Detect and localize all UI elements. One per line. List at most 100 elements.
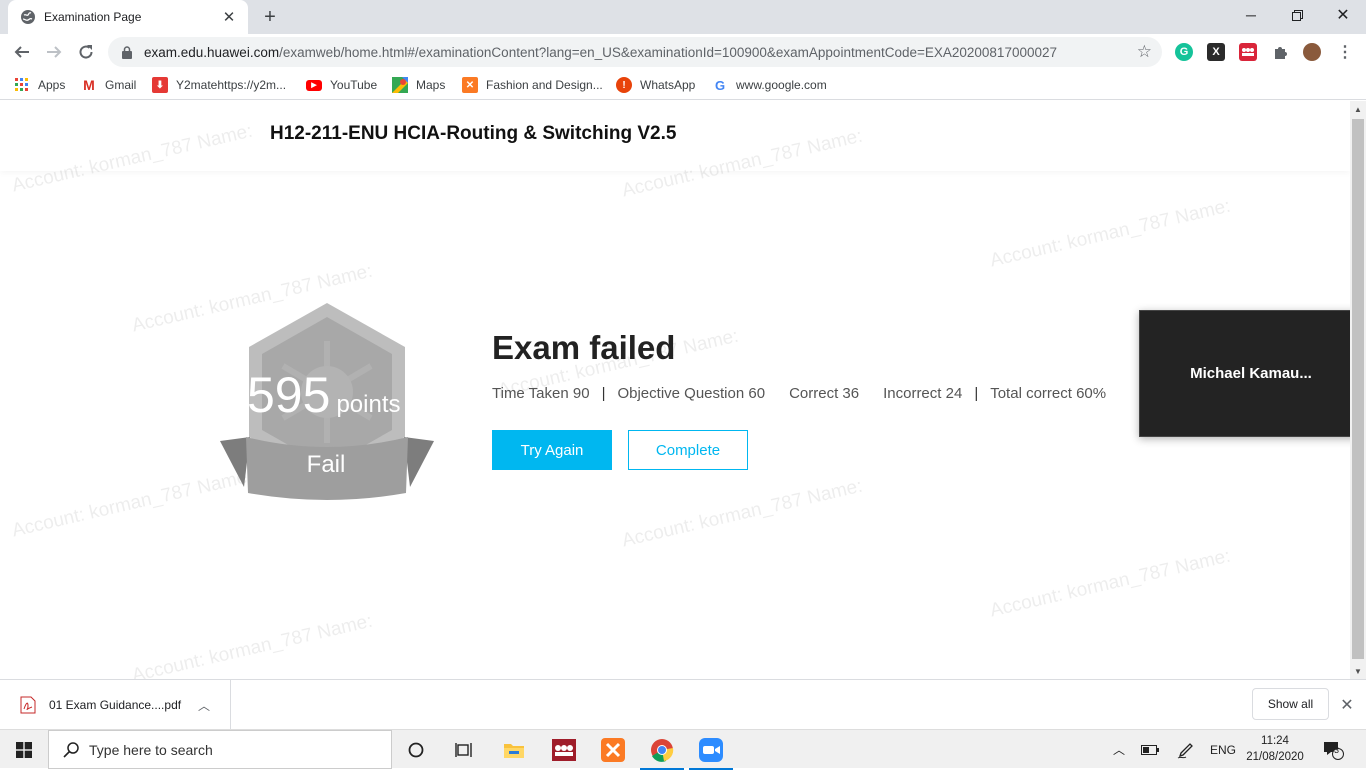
apps-grid-icon — [14, 77, 30, 93]
exam-title: H12-211-ENU HCIA-Routing & Switching V2.… — [270, 123, 677, 144]
gmail-icon: M — [83, 77, 95, 93]
zoom-app-icon[interactable] — [687, 734, 735, 770]
xampp-icon: ✕ — [462, 77, 478, 93]
new-tab-button[interactable]: + — [258, 5, 282, 29]
download-file-name: 01 Exam Guidance....pdf — [49, 698, 182, 712]
language-indicator[interactable]: ENG — [1206, 730, 1240, 769]
bookmark-gmail[interactable]: M Gmail — [81, 76, 136, 94]
bookmark-fashion[interactable]: ✕ Fashion and Design... — [462, 76, 603, 94]
forward-icon[interactable] — [40, 38, 68, 66]
url-path: /examweb/home.html#/examinationContent?l… — [279, 44, 1057, 60]
back-icon[interactable] — [8, 38, 36, 66]
bookmark-maps[interactable]: Maps — [392, 76, 445, 94]
task-view-icon[interactable] — [440, 734, 488, 766]
url-text: exam.edu.huawei.com/examweb/home.html#/e… — [144, 45, 1057, 60]
close-tab-icon[interactable]: ✕ — [220, 8, 238, 26]
scroll-up-icon[interactable]: ▲ — [1350, 101, 1366, 117]
watermark-text: Account: korman_787 Name: — [10, 465, 255, 542]
lock-icon[interactable] — [120, 45, 134, 59]
close-window-icon[interactable]: ✕ — [1320, 0, 1366, 30]
whatsapp-icon: ! — [616, 77, 632, 93]
bookmark-label: Fashion and Design... — [486, 78, 603, 92]
reload-icon[interactable] — [72, 38, 100, 66]
stat-separator: | — [601, 385, 606, 402]
xampp-app-icon[interactable] — [589, 734, 637, 766]
stat-incorrect: Incorrect 24 — [883, 385, 963, 402]
result-heading: Exam failed — [492, 329, 676, 366]
clock-date: 21/08/2020 — [1246, 751, 1304, 763]
restore-icon[interactable] — [1274, 0, 1320, 30]
watermark-text: Account: korman_787 Name: — [988, 195, 1233, 272]
bookmarks-bar: Apps M Gmail ⬇ Y2matehttps://y2m... ▶ Yo… — [0, 70, 1366, 100]
bookmark-label: Apps — [38, 78, 66, 92]
grammarly-icon[interactable]: G — [1175, 43, 1193, 61]
participant-name: Michael Kamau... — [1190, 365, 1312, 382]
download-item[interactable]: 01 Exam Guidance....pdf ︿ — [0, 680, 231, 730]
bookmark-star-icon[interactable]: ☆ — [1137, 43, 1152, 61]
score-unit: points — [336, 391, 401, 418]
bookmark-google[interactable]: G www.google.com — [712, 76, 827, 94]
bookmark-label: WhatsApp — [640, 78, 696, 92]
extension-x-icon[interactable]: X — [1207, 43, 1225, 61]
globe-icon — [20, 9, 36, 25]
clock[interactable]: 11:24 21/08/2020 — [1242, 733, 1308, 765]
score-value: 595 — [247, 367, 331, 423]
extensions-puzzle-icon[interactable] — [1271, 43, 1289, 61]
score-display: 595 points — [247, 366, 400, 424]
page-scrollbar[interactable]: ▲ ▼ — [1350, 101, 1366, 679]
bookmark-label: Maps — [416, 78, 446, 92]
watermark-text: Account: korman_787 Name: — [988, 545, 1233, 622]
address-bar[interactable]: exam.edu.huawei.com/examweb/home.html#/e… — [108, 37, 1162, 67]
scroll-down-icon[interactable]: ▼ — [1350, 663, 1366, 679]
notification-center-icon[interactable]: 3 — [1318, 730, 1348, 769]
mendeley-app-icon[interactable] — [540, 734, 588, 766]
scrollbar-thumb[interactable] — [1352, 119, 1364, 659]
tab-strip: Examination Page ✕ + ─ ✕ — [0, 0, 1366, 34]
badge-fail-label: Fail — [306, 451, 346, 478]
mendeley-icon[interactable] — [1239, 43, 1257, 61]
chevron-up-icon[interactable]: ︿ — [192, 697, 216, 714]
chrome-app-icon[interactable] — [638, 734, 686, 770]
show-hidden-icons-chevron[interactable]: ︿ — [1108, 730, 1130, 769]
pdf-file-icon — [20, 696, 36, 714]
bookmark-label: Gmail — [105, 78, 137, 92]
complete-button[interactable]: Complete — [628, 430, 748, 470]
video-participant-overlay[interactable]: Michael Kamau... — [1139, 310, 1363, 437]
profile-avatar[interactable] — [1303, 43, 1321, 61]
bookmark-apps[interactable]: Apps — [14, 76, 65, 94]
taskbar-search[interactable]: Type here to search — [48, 730, 392, 769]
browser-toolbar: exam.edu.huawei.com/examweb/home.html#/e… — [0, 34, 1366, 70]
stat-objective: Objective Question 60 — [617, 385, 766, 402]
clock-time: 11:24 — [1261, 735, 1289, 747]
taskbar: Type here to search ︿ ENG 11:24 21/08/20… — [0, 729, 1366, 770]
stat-time-taken: Time Taken 90 — [492, 385, 590, 402]
file-explorer-icon[interactable] — [490, 734, 538, 766]
watermark-text: Account: korman_787 Name: — [130, 610, 375, 679]
tab-examination-page[interactable]: Examination Page ✕ — [8, 0, 248, 34]
close-download-bar-icon[interactable]: ✕ — [1336, 694, 1358, 716]
bookmark-label: www.google.com — [736, 78, 827, 92]
stat-correct: Correct 36 — [789, 385, 860, 402]
windows-start-icon[interactable] — [0, 730, 48, 769]
google-icon: G — [714, 77, 726, 93]
minimize-icon[interactable]: ─ — [1228, 0, 1274, 30]
show-all-button[interactable]: Show all — [1252, 688, 1329, 720]
menu-kebab-icon[interactable]: ⋮ — [1336, 43, 1354, 61]
search-placeholder: Type here to search — [89, 741, 213, 758]
page-header: H12-211-ENU HCIA-Routing & Switching V2.… — [0, 101, 1350, 171]
maps-icon — [392, 77, 408, 93]
bookmark-label: YouTube — [330, 78, 378, 92]
watermark-text: Account: korman_787 Name: — [620, 475, 865, 552]
pen-ink-icon[interactable] — [1172, 730, 1200, 769]
battery-icon[interactable] — [1138, 730, 1162, 769]
tab-title: Examination Page — [44, 10, 142, 24]
bookmark-y2mate[interactable]: ⬇ Y2matehttps://y2m... — [152, 76, 286, 94]
bookmark-whatsapp[interactable]: ! WhatsApp — [616, 76, 695, 94]
cortana-icon[interactable] — [392, 734, 440, 766]
y2mate-icon: ⬇ — [152, 77, 168, 93]
stat-separator: | — [974, 385, 979, 402]
download-bar: 01 Exam Guidance....pdf ︿ Show all ✕ — [0, 679, 1366, 730]
bookmark-youtube[interactable]: ▶ YouTube — [306, 76, 377, 94]
try-again-button[interactable]: Try Again — [492, 430, 612, 470]
exam-stats: Time Taken 90 | Objective Question 60 Co… — [492, 385, 1106, 402]
